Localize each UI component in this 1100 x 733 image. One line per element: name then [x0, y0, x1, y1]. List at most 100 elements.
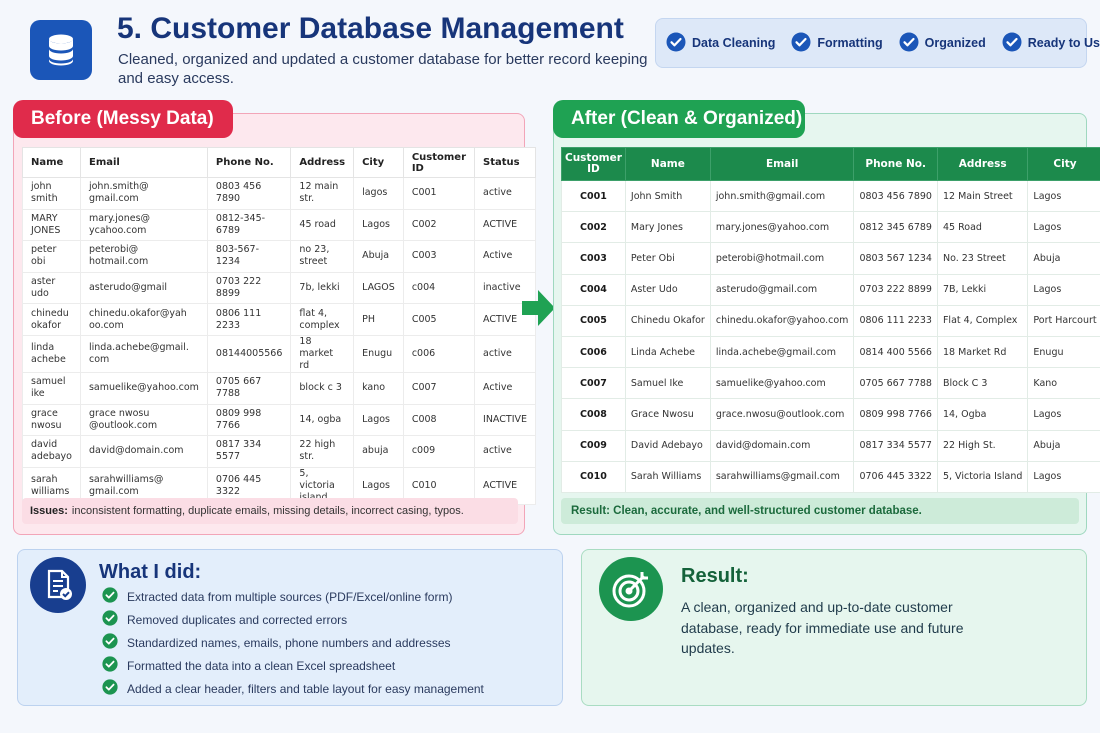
table-cell: chinedu.okafor@yahoo.com [709, 304, 855, 337]
table-row: david adebayo david@domain.com 0817 334 55… [22, 435, 536, 468]
table-cell: C001 [402, 177, 476, 210]
table-cell: C010 [561, 460, 626, 493]
page-subtitle: Cleaned, organized and updated a custome… [118, 51, 648, 87]
table-row: C002 Mary Jones mary.jones@yahoo.com 0812 3… [561, 211, 1100, 244]
table-cell: Active [474, 240, 536, 273]
table-cell: LAGOS [353, 271, 404, 305]
table-cell: 0809 998 7766 [853, 398, 938, 431]
table-cell: active [474, 334, 536, 373]
table-cell: C008 [402, 403, 476, 437]
table-cell: 22 High St. [936, 429, 1029, 462]
feature-tag-label: Formatting [817, 36, 883, 50]
feature-tag: Formatting [791, 32, 883, 55]
column-header: Phone No. [853, 147, 938, 181]
table-cell: Lagos [353, 403, 404, 437]
table-cell: david adebayo [22, 435, 81, 468]
table-cell: C006 [561, 335, 626, 369]
table-cell: 0806 111 2233 [853, 304, 938, 337]
clean-data-table: Customer ID Name Email Phone No. Address City… [561, 147, 1100, 493]
table-cell: john.smith@ gmail.com [79, 177, 208, 210]
table-cell: Aster Udo [624, 273, 711, 306]
table-cell: john.smith@gmail.com [709, 179, 855, 213]
table-row: chinedu okafor chinedu.okafor@yah oo.com 0… [22, 303, 536, 336]
table-row: linda achebe linda.achebe@gmail. com 08144… [22, 334, 536, 373]
table-cell: 14, Ogba [936, 398, 1029, 431]
list-item-label: Extracted data from multiple sources (PD… [127, 589, 453, 604]
table-row: C006 Linda Achebe linda.achebe@gmail.com 08… [561, 335, 1100, 369]
table-cell: block c 3 [290, 371, 355, 405]
table-row: aster udo asterudo@gmail 0703 222 8899 7b, … [22, 271, 536, 305]
column-header: Phone No. [206, 147, 292, 178]
feature-tag-label: Data Cleaning [692, 36, 776, 50]
table-cell: mary.jones@yahoo.com [709, 211, 855, 244]
table-cell: Block C 3 [936, 367, 1029, 400]
table-cell: 0706 445 3322 [853, 460, 938, 493]
table-cell: Mary Jones [624, 211, 711, 244]
table-cell: 0705 667 7788 [206, 371, 292, 405]
table-cell: Peter Obi [624, 242, 711, 275]
after-label: After (Clean & Organized) [553, 100, 805, 138]
page-title: 5. Customer Database Management [117, 12, 624, 45]
table-cell: Abuja [1027, 242, 1100, 275]
check-circle-icon [102, 587, 118, 606]
table-cell: peter obi [22, 240, 81, 273]
table-cell: Active [474, 371, 536, 405]
table-cell: lagos [353, 177, 404, 210]
column-header: Name [22, 147, 81, 178]
table-cell: linda.achebe@gmail. com [79, 334, 208, 373]
table-cell: linda.achebe@gmail.com [709, 335, 855, 369]
feature-tag: Ready to Use [1002, 32, 1100, 55]
table-cell: david@domain.com [709, 429, 855, 462]
feature-tag: Data Cleaning [666, 32, 775, 55]
column-header: Name [624, 147, 711, 181]
feature-tag-label: Organized [924, 36, 986, 50]
list-item-label: Formatted the data into a clean Excel sp… [127, 658, 396, 673]
table-cell: 0803 567 1234 [853, 242, 938, 275]
table-cell: Abuja [1027, 429, 1100, 462]
table-cell: Lagos [1027, 398, 1100, 431]
target-icon [599, 557, 663, 621]
table-row: peter obi peterobi@ hotmail.com 803-567-12… [22, 240, 536, 273]
table-cell: Lagos [1027, 273, 1100, 306]
list-item-label: Standardized names, emails, phone number… [127, 635, 451, 650]
column-header: Customer ID [402, 147, 476, 178]
table-cell: 0817 334 5577 [853, 429, 938, 462]
table-cell: active [474, 435, 536, 468]
table-cell: 12 Main Street [936, 179, 1029, 213]
table-cell: C008 [561, 398, 626, 431]
table-cell: 0817 334 5577 [206, 435, 292, 468]
table-cell: MARY JONES [22, 208, 81, 242]
feature-tag: Organized [899, 32, 986, 55]
table-cell: Lagos [1027, 460, 1100, 493]
table-cell: 0814 400 5566 [853, 335, 938, 369]
table-row: C004 Aster Udo asterudo@gmail.com 0703 222 … [561, 273, 1100, 306]
table-cell: Flat 4, Complex [936, 304, 1029, 337]
table-cell: C003 [561, 242, 626, 275]
table-row: C010 Sarah Williams sarahwilliams@gmail.co… [561, 460, 1100, 493]
table-row: C005 Chinedu Okafor chinedu.okafor@yahoo.c… [561, 304, 1100, 337]
table-cell: C009 [561, 429, 626, 462]
table-row: C008 Grace Nwosu grace.nwosu@outlook.com 08… [561, 398, 1100, 431]
table-cell: john smith [22, 177, 81, 210]
column-header: City [353, 147, 404, 178]
feature-tags: Data Cleaning Formatting Organized Ready to… [655, 18, 1100, 68]
table-cell: C003 [402, 240, 476, 273]
table-cell: Abuja [353, 240, 404, 273]
table-cell: No. 23 Street [936, 242, 1029, 275]
column-header: Address [936, 147, 1029, 181]
table-cell: C007 [561, 367, 626, 400]
table-cell: Samuel Ike [624, 367, 711, 400]
table-cell: Kano [1027, 367, 1100, 400]
document-check-icon [30, 557, 86, 613]
table-cell: kano [353, 371, 404, 405]
issues-text: inconsistent formatting, duplicate email… [71, 505, 464, 517]
table-cell: C005 [561, 304, 626, 337]
table-cell: Port Harcourt [1027, 304, 1100, 337]
table-cell: 7B, Lekki [936, 273, 1029, 306]
check-circle-icon [1002, 32, 1022, 55]
table-cell: C007 [402, 371, 476, 405]
table-cell: 0705 667 7788 [853, 367, 938, 400]
table-cell: 5, Victoria Island [936, 460, 1029, 493]
table-row: C009 David Adebayo david@domain.com 0817 33… [561, 429, 1100, 462]
table-cell: 0703 222 8899 [853, 273, 938, 306]
